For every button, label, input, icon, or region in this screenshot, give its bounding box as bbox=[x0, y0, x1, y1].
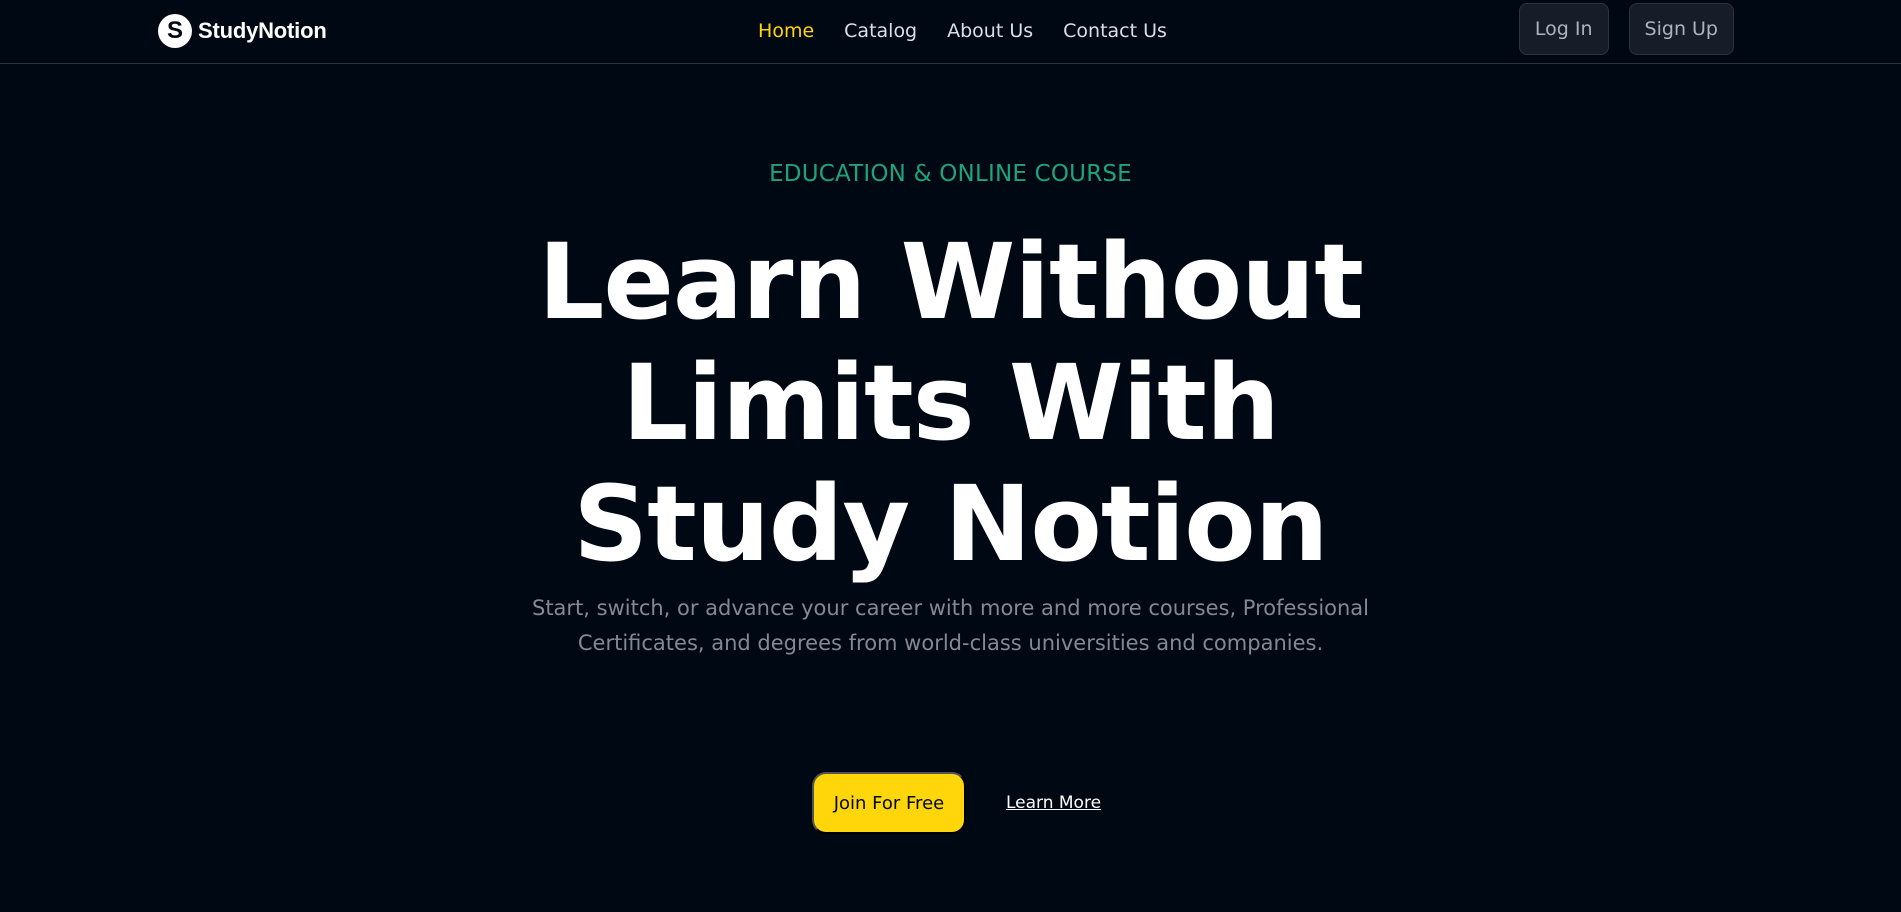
brand-name: StudyNotion bbox=[198, 18, 327, 43]
nav-item-contact-us[interactable]: Contact Us bbox=[1063, 20, 1167, 42]
studynotion-logo[interactable]: S StudyNotion bbox=[158, 13, 327, 49]
signup-button[interactable]: Sign Up bbox=[1628, 3, 1734, 55]
auth-buttons: Log In Sign Up bbox=[1518, 3, 1734, 55]
subtitle-line: Start, switch, or advance your career wi… bbox=[531, 596, 1370, 620]
nav-item-about-us[interactable]: About Us bbox=[947, 20, 1033, 42]
logo-mark-icon: S bbox=[158, 14, 192, 48]
nav-item-catalog[interactable]: Catalog bbox=[844, 20, 917, 42]
hero-eyebrow: EDUCATION & ONLINE COURSE bbox=[769, 161, 1132, 187]
login-button[interactable]: Log In bbox=[1518, 3, 1609, 55]
headline-line: Learn Without bbox=[538, 221, 1364, 343]
hero-cta-row: Join For Free Learn More bbox=[0, 772, 1901, 834]
nav-item-home[interactable]: Home bbox=[758, 20, 814, 42]
headline-line: Limits With bbox=[622, 342, 1280, 464]
logo-letter: S bbox=[166, 17, 183, 44]
top-navbar: S StudyNotion Home Catalog About Us Cont… bbox=[0, 0, 1901, 64]
headline-line: Study Notion bbox=[573, 463, 1328, 585]
learn-more-link[interactable]: Learn More bbox=[1006, 793, 1101, 813]
hero-headline: Learn Without Limits With Study Notion bbox=[0, 222, 1901, 585]
subtitle-line: Certificates, and degrees from world-cla… bbox=[577, 631, 1324, 655]
hero-subtitle: Start, switch, or advance your career wi… bbox=[0, 591, 1901, 661]
join-for-free-button[interactable]: Join For Free bbox=[811, 772, 966, 834]
